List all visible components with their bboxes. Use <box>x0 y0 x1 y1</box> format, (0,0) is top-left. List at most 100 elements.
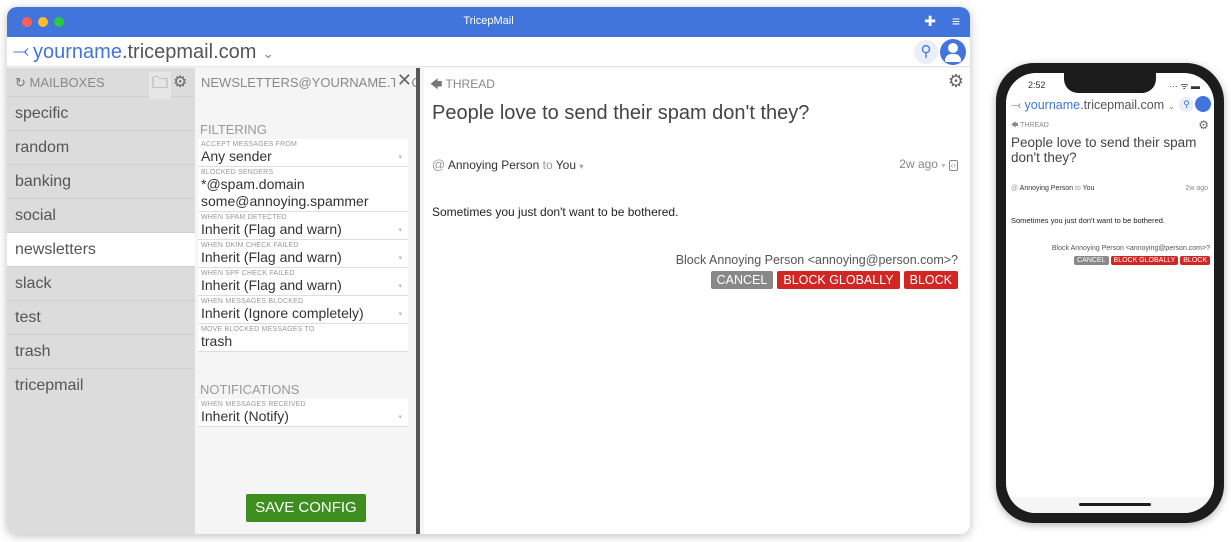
field-value: Inherit (Flag and warn) <box>201 221 342 237</box>
search-icon: ⚲ <box>920 43 932 60</box>
thread-title: THREAD <box>445 77 495 91</box>
phone-thread-subject: People love to send their spam don't the… <box>1011 135 1197 165</box>
back-arrow-icon[interactable]: 🡄 <box>1011 122 1018 129</box>
message-body: Sometimes you just don't want to be both… <box>432 205 679 219</box>
menu-icon[interactable]: ≡ <box>952 13 960 29</box>
to-word: to <box>542 158 553 172</box>
chevron-down-icon: ⌄ <box>262 45 275 61</box>
caret-icon: ▾ <box>398 414 402 421</box>
phone-message-body: Sometimes you just don't want to be both… <box>1011 216 1166 225</box>
message-time-group: 2w ago ▾ ‹› <box>899 157 958 171</box>
message-meta: @ Annoying Person to You ▾ 2w ago ▾ ‹› <box>424 157 970 172</box>
mailbox-config-panel: NEWSLETTERS@YOURNAME.TRIC ✕ FILTERING AC… <box>195 68 420 534</box>
gear-icon[interactable]: ⚙ <box>948 71 964 92</box>
sidebar-item-test[interactable]: test <box>7 300 195 334</box>
phone-avatar[interactable] <box>1195 96 1211 112</box>
search-button[interactable]: ⚲ <box>914 40 938 64</box>
sender-name[interactable]: Annoying Person <box>448 158 539 172</box>
sidebar-header: ↻ MAILBOXES 🗀 ⚙ <box>7 68 195 99</box>
block-globally-button[interactable]: BLOCK GLOBALLY <box>777 271 900 289</box>
field-label: WHEN SPF CHECK FAILED <box>201 270 295 277</box>
caret-icon[interactable]: ▾ <box>941 161 945 170</box>
caret-icon: ▾ <box>398 227 402 234</box>
avatar[interactable] <box>940 39 966 65</box>
domain-name: yourname <box>33 41 122 63</box>
filtering-section-title: FILTERING <box>200 122 267 137</box>
phone-search-button[interactable]: ⚲ <box>1179 97 1194 112</box>
field-value: *@spam.domain <box>201 176 305 192</box>
thread-header: 🡄 THREAD ⚙ <box>424 68 970 94</box>
move-blocked-to-input[interactable]: MOVE BLOCKED MESSAGES TO trash <box>198 324 408 352</box>
sidebar-item-trash[interactable]: trash <box>7 334 195 368</box>
spf-failed-select[interactable]: WHEN SPF CHECK FAILED Inherit (Flag and w… <box>198 268 408 296</box>
recipient-name[interactable]: You <box>556 158 576 172</box>
field-label: ACCEPT MESSAGES FROM <box>201 141 298 148</box>
message-time: 2w ago <box>899 157 938 171</box>
sidebar-item-social[interactable]: social <box>7 198 195 232</box>
thread-subject: People love to send their spam don't the… <box>432 102 810 124</box>
sidebar-item-random[interactable]: random <box>7 130 195 164</box>
view-source-icon[interactable]: ‹› <box>948 160 958 171</box>
field-value: Inherit (Ignore completely) <box>201 305 364 321</box>
phone-screen: 2:52 ··· ᯤ ▬ ⤙ yourname.tricepmail.com ⌄… <box>1006 73 1214 513</box>
sender-name[interactable]: Annoying Person <box>1020 185 1073 192</box>
close-icon[interactable]: ✕ <box>394 70 412 91</box>
save-config-button[interactable]: SAVE CONFIG <box>246 494 366 522</box>
folder-icon[interactable]: 🗀 <box>149 72 172 99</box>
field-label: MOVE BLOCKED MESSAGES TO <box>201 326 315 333</box>
phone-status-icons: ··· ᯤ ▬ <box>1168 81 1200 91</box>
message-time: 2w ago <box>1185 185 1208 192</box>
sidebar-item-banking[interactable]: banking <box>7 164 195 198</box>
field-label: WHEN MESSAGES BLOCKED <box>201 298 304 305</box>
domain-selector[interactable]: yourname.tricepmail.com ⌄ <box>33 41 274 64</box>
caret-icon: ▾ <box>398 311 402 318</box>
messages-blocked-select[interactable]: WHEN MESSAGES BLOCKED Inherit (Ignore com… <box>198 296 408 324</box>
caret-icon[interactable]: ▾ <box>579 162 583 171</box>
extension-icon[interactable]: ✚ <box>924 13 936 30</box>
phone-message-meta: @ Annoying Person to You 2w ago <box>1011 185 1208 192</box>
field-label: WHEN SPAM DETECTED <box>201 214 287 221</box>
phone-home-indicator[interactable] <box>1079 503 1151 506</box>
back-arrow-icon[interactable]: 🡄 <box>430 77 442 91</box>
sidebar-item-tricepmail[interactable]: tricepmail <box>7 368 195 402</box>
phone-domain-selector[interactable]: ⤙ yourname.tricepmail.com ⌄ <box>1011 98 1175 113</box>
logo-icon: ⤙ <box>13 40 29 62</box>
messages-received-select[interactable]: WHEN MESSAGES RECEIVED Inherit (Notify) ▾ <box>198 399 408 427</box>
block-prompt: Block Annoying Person <annoying@person.c… <box>675 253 958 267</box>
gear-icon[interactable]: ⚙ <box>1198 118 1209 132</box>
phone-block-globally-button[interactable]: BLOCK GLOBALLY <box>1110 256 1179 265</box>
recipient-name[interactable]: You <box>1083 185 1095 192</box>
mailbox-sidebar: ↻ MAILBOXES 🗀 ⚙ specific random banking … <box>7 68 195 534</box>
window-title: TricepMail <box>463 15 514 27</box>
thread-panel: 🡄 THREAD ⚙ People love to send their spa… <box>424 68 970 534</box>
app-window: TricepMail ✚ ≡ ⤙ yourname.tricepmail.com… <box>7 7 970 534</box>
phone-block-button[interactable]: BLOCK <box>1180 256 1210 265</box>
sidebar-item-slack[interactable]: slack <box>7 266 195 300</box>
title-bar: TricepMail ✚ ≡ <box>7 7 970 37</box>
accept-from-select[interactable]: ACCEPT MESSAGES FROM Any sender ▾ <box>198 139 408 167</box>
sync-icon[interactable]: ↻ <box>15 75 26 90</box>
blocked-senders-textarea[interactable]: BLOCKED SENDERS *@spam.domain some@annoyin… <box>198 167 408 212</box>
field-value: Inherit (Flag and warn) <box>201 277 342 293</box>
field-value: some@annoying.spammer <box>201 193 369 209</box>
block-button[interactable]: BLOCK <box>903 271 958 289</box>
phone-cancel-button[interactable]: CANCEL <box>1074 256 1109 265</box>
field-value: Any sender <box>201 148 272 164</box>
sidebar-item-newsletters[interactable]: newsletters <box>7 232 195 266</box>
config-header: NEWSLETTERS@YOURNAME.TRIC ✕ <box>195 68 416 96</box>
gear-icon[interactable]: ⚙ <box>173 72 187 92</box>
notifications-section-title: NOTIFICATIONS <box>200 382 300 397</box>
spam-detected-select[interactable]: WHEN SPAM DETECTED Inherit (Flag and warn… <box>198 212 408 240</box>
config-title: NEWSLETTERS@YOURNAME.TRIC <box>201 75 416 90</box>
caret-icon: ▾ <box>398 283 402 290</box>
cancel-button[interactable]: CANCEL <box>710 271 774 289</box>
at-icon: @ <box>432 157 446 172</box>
thread-title: THREAD <box>1020 122 1049 129</box>
field-label: WHEN DKIM CHECK FAILED <box>201 242 299 249</box>
phone-clock: 2:52 <box>1028 80 1046 90</box>
dkim-failed-select[interactable]: WHEN DKIM CHECK FAILED Inherit (Flag and … <box>198 240 408 268</box>
sidebar-item-specific[interactable]: specific <box>7 96 195 130</box>
domain-name: yourname <box>1024 98 1081 112</box>
phone-mockup: 2:52 ··· ᯤ ▬ ⤙ yourname.tricepmail.com ⌄… <box>996 63 1224 523</box>
field-label: WHEN MESSAGES RECEIVED <box>201 401 306 408</box>
